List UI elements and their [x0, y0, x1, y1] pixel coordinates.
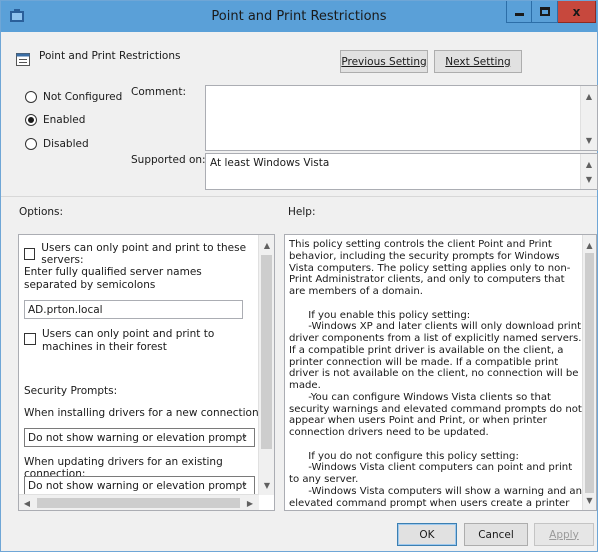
scroll-up-icon[interactable]: ▲ — [581, 156, 597, 172]
radio-indicator[interactable] — [25, 114, 37, 126]
help-paragraph: If you do not configure this policy sett… — [289, 450, 519, 462]
radio-not-configured[interactable]: Not Configured — [25, 91, 122, 103]
maximize-button[interactable] — [532, 1, 558, 23]
update-connection-dropdown[interactable]: Do not show warning or elevation prompt … — [24, 476, 255, 495]
apply-button: Apply — [534, 523, 594, 546]
options-hscrollbar[interactable]: ◀ ▶ — [19, 494, 259, 510]
help-paragraph — [289, 439, 583, 451]
help-paragraph: -You can configure Windows Vista clients… — [289, 391, 582, 438]
section-divider — [1, 196, 597, 197]
comment-label: Comment: — [131, 86, 186, 98]
scroll-down-icon[interactable]: ▼ — [583, 492, 596, 508]
supported-on-label: Supported on: — [131, 154, 206, 166]
scroll-down-icon[interactable]: ▼ — [581, 171, 597, 187]
forest-checkbox[interactable] — [24, 333, 36, 345]
new-connection-dropdown[interactable]: Do not show warning or elevation prompt … — [24, 428, 255, 447]
options-panel: Users can only point and print to these … — [18, 234, 275, 511]
ok-button[interactable]: OK — [397, 523, 457, 546]
options-label: Options: — [19, 206, 64, 218]
help-paragraph: If you enable this policy setting: — [289, 309, 471, 321]
help-scroll-thumb[interactable] — [585, 253, 594, 493]
minimize-icon — [514, 13, 524, 16]
help-paragraph: -Windows Vista client computers can poin… — [289, 462, 576, 485]
options-hscroll-thumb[interactable] — [37, 498, 240, 508]
comment-scrollbar[interactable]: ▲ ▼ — [580, 86, 597, 150]
chevron-down-icon: ⌄ — [240, 479, 248, 489]
radio-enabled-label: Enabled — [43, 114, 86, 126]
help-paragraph: This policy setting controls the client … — [289, 239, 571, 297]
cancel-button-label: Cancel — [478, 528, 514, 541]
supported-on-field[interactable]: At least Windows Vista ▲ ▼ — [205, 153, 598, 190]
scroll-up-icon[interactable]: ▲ — [259, 237, 274, 253]
help-paragraph: -Windows XP and later clients will only … — [289, 321, 582, 391]
options-vscrollbar[interactable]: ▲ ▼ — [258, 235, 274, 495]
scroll-up-icon[interactable]: ▲ — [581, 88, 597, 104]
forest-checkbox-label: Users can only point and print to machin… — [42, 328, 215, 353]
servers-hint: Enter fully qualified server names separ… — [24, 266, 202, 291]
help-paragraph: -Windows Vista computers will show a war… — [289, 485, 582, 509]
apply-button-label: Apply — [549, 528, 579, 541]
new-connection-label: When installing drivers for a new connec… — [24, 407, 263, 419]
scroll-down-icon[interactable]: ▼ — [259, 477, 274, 493]
help-label: Help: — [288, 206, 316, 218]
close-icon: x — [572, 4, 581, 19]
servers-checkbox-label: Users can only point and print to these … — [41, 242, 247, 266]
radio-not-configured-label: Not Configured — [43, 91, 123, 103]
supported-on-value: At least Windows Vista — [210, 157, 330, 169]
servers-input-value: AD.prton.local — [28, 304, 103, 316]
next-setting-label: Next Setting — [445, 55, 511, 68]
scroll-up-icon[interactable]: ▲ — [583, 237, 596, 253]
scroll-down-icon[interactable]: ▼ — [581, 132, 597, 148]
scroll-left-icon[interactable]: ◀ — [19, 495, 35, 510]
help-panel: This policy setting controls the client … — [284, 234, 597, 511]
radio-indicator[interactable] — [25, 91, 37, 103]
policy-setting-icon — [16, 53, 30, 66]
previous-setting-button[interactable]: Previous Setting — [340, 50, 428, 73]
servers-checkbox[interactable] — [24, 248, 36, 260]
supported-on-scrollbar[interactable]: ▲ ▼ — [580, 154, 597, 189]
scroll-right-icon[interactable]: ▶ — [242, 495, 258, 510]
security-prompts-label: Security Prompts: — [24, 385, 118, 397]
help-vscrollbar[interactable]: ▲ ▼ — [582, 235, 596, 510]
maximize-icon — [539, 7, 550, 16]
servers-checkbox-row[interactable]: Users can only point and print to these … — [24, 242, 274, 266]
previous-setting-label: Previous Setting — [341, 55, 427, 68]
cancel-button[interactable]: Cancel — [464, 523, 528, 546]
minimize-button[interactable] — [506, 1, 532, 23]
new-connection-value: Do not show warning or elevation prompt — [28, 431, 247, 444]
help-paragraph — [289, 298, 583, 310]
chevron-down-icon: ⌄ — [240, 431, 248, 441]
comment-textarea[interactable]: ▲ ▼ — [205, 85, 598, 151]
forest-checkbox-row[interactable]: Users can only point and print to machin… — [24, 328, 257, 354]
ok-button-label: OK — [419, 528, 435, 541]
options-scroll-thumb[interactable] — [261, 255, 272, 449]
radio-enabled[interactable]: Enabled — [25, 114, 85, 126]
radio-indicator[interactable] — [25, 138, 37, 150]
radio-disabled-label: Disabled — [43, 138, 89, 150]
help-text: This policy setting controls the client … — [289, 239, 583, 509]
next-setting-button[interactable]: Next Setting — [434, 50, 522, 73]
update-connection-value: Do not show warning or elevation prompt — [28, 479, 247, 492]
close-button[interactable]: x — [558, 1, 596, 23]
policy-dialog-window: Point and Print Restrictions x Point and… — [0, 0, 598, 552]
title-bar[interactable]: Point and Print Restrictions x — [1, 1, 597, 32]
policy-name-label: Point and Print Restrictions — [39, 50, 181, 62]
radio-disabled[interactable]: Disabled — [25, 138, 89, 150]
servers-input[interactable]: AD.prton.local — [24, 300, 243, 319]
